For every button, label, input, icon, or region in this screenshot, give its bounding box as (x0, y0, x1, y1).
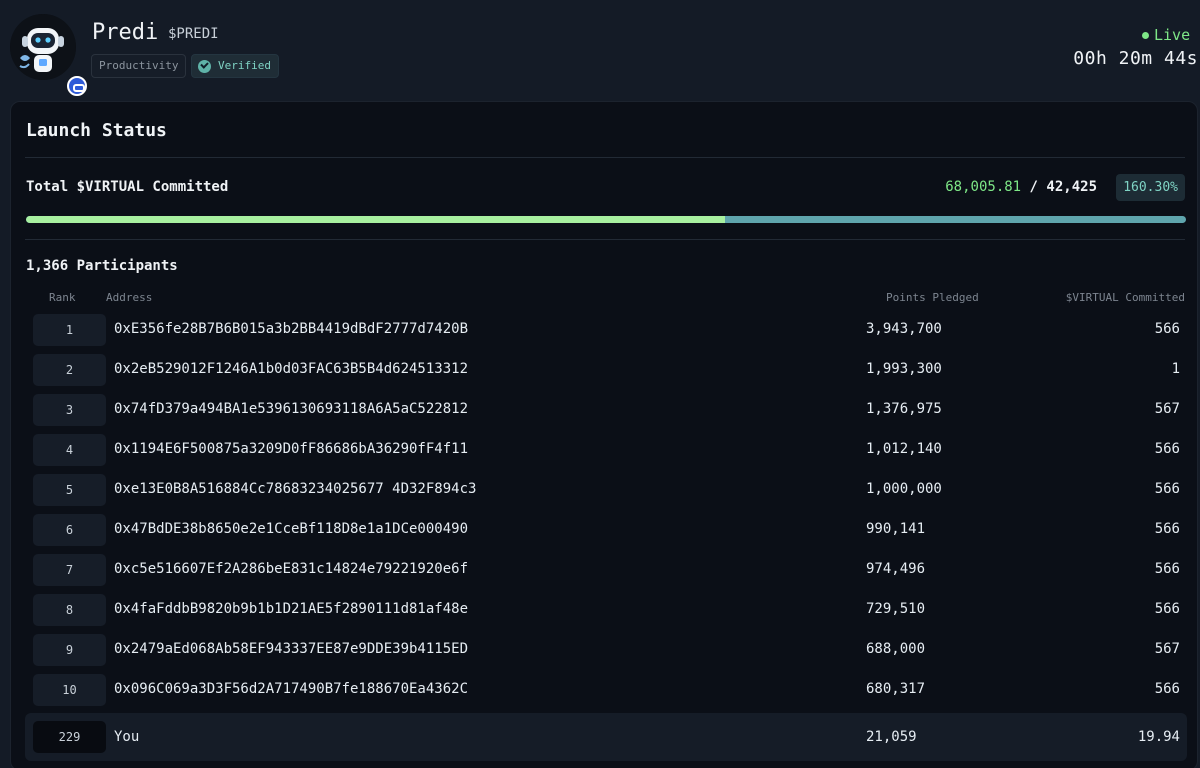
your-rank-cell: 229 (33, 721, 106, 753)
points-cell: 1,012,140 (866, 441, 942, 457)
your-address-cell: You (114, 729, 140, 745)
virtual-cell: 567 (1154, 641, 1180, 657)
countdown-timer: 00h 20m 44s (1073, 48, 1198, 69)
verified-label: Verified (218, 59, 271, 72)
virtual-cell: 566 (1154, 601, 1180, 617)
header: Predi $PREDI Productivity Verified Live … (0, 0, 1200, 100)
verified-check-icon (198, 60, 211, 73)
token-name: Predi (92, 20, 159, 45)
rank-cell: 2 (33, 354, 106, 386)
launch-status-panel: Launch Status Total $VIRTUAL Committed 6… (10, 101, 1198, 768)
live-status: Live (1140, 26, 1200, 44)
address-cell[interactable]: 0xe13E0B8A516884Cc78683234025677 4D32F89… (114, 481, 476, 497)
divider (25, 157, 1185, 158)
virtual-cell: 566 (1154, 441, 1180, 457)
rank-cell: 10 (33, 674, 106, 706)
address-cell[interactable]: 0xc5e516607Ef2A286beE831c14824e79221920e… (114, 561, 468, 577)
participants-count: 1,366 Participants (26, 258, 178, 274)
robot-avatar-svg (10, 14, 76, 80)
column-header-virtual: $VIRTUAL Committed (1065, 291, 1185, 304)
virtual-cell: 1 (1171, 361, 1180, 377)
table-row[interactable]: 3 0x74fD379a494BA1e5396130693118A6A5aC52… (25, 392, 1187, 432)
table-row[interactable]: 9 0x2479aEd068Ab58EF943337EE87e9DDE39b41… (25, 632, 1187, 672)
virtual-cell: 566 (1154, 521, 1180, 537)
address-cell[interactable]: 0x096C069a3D3F56d2A717490B7fe188670Ea436… (114, 681, 468, 697)
points-cell: 1,376,975 (866, 401, 942, 417)
committed-label: Total $VIRTUAL Committed (26, 179, 229, 195)
address-cell[interactable]: 0x4faFddbB9820b9b1b1D21AE5f2890111d81af4… (114, 601, 468, 617)
rank-cell: 6 (33, 514, 106, 546)
your-position-row: 229 You 21,059 19.94 (25, 713, 1187, 761)
token-ticker: $PREDI (168, 26, 219, 42)
committed-separator: / (1029, 179, 1038, 195)
points-cell: 990,141 (866, 521, 926, 537)
rank-cell: 5 (33, 474, 106, 506)
address-cell[interactable]: 0xE356fe28B7B6B015a3b2BB4419dBdF2777d742… (114, 321, 468, 337)
your-points-cell: 21,059 (866, 729, 917, 745)
address-cell[interactable]: 0x47BdDE38b8650e2e1CceBf118D8e1a1DCe0004… (114, 521, 468, 537)
table-row[interactable]: 5 0xe13E0B8A516884Cc78683234025677 4D32F… (25, 472, 1187, 512)
rank-cell: 9 (33, 634, 106, 666)
verified-tag: Verified (191, 54, 279, 78)
percent-badge: 160.30% (1116, 174, 1185, 201)
panel-title: Launch Status (26, 120, 167, 141)
live-label: Live (1154, 26, 1191, 44)
address-cell[interactable]: 0x1194E6F500875a3209D0fF86686bA36290fF4f… (114, 441, 468, 457)
table-row[interactable]: 8 0x4faFddbB9820b9b1b1D21AE5f2890111d81a… (25, 592, 1187, 632)
table-row[interactable]: 10 0x096C069a3D3F56d2A717490B7fe188670Ea… (25, 672, 1187, 712)
address-cell[interactable]: 0x2479aEd068Ab58EF943337EE87e9DDE39b4115… (114, 641, 468, 657)
points-cell: 1,993,300 (866, 361, 942, 377)
rank-cell: 4 (33, 434, 106, 466)
address-cell[interactable]: 0x74fD379a494BA1e5396130693118A6A5aC5228… (114, 401, 468, 417)
points-cell: 729,510 (866, 601, 926, 617)
category-tag[interactable]: Productivity (91, 54, 187, 78)
points-cell: 688,000 (866, 641, 926, 657)
table-row[interactable]: 1 0xE356fe28B7B6B015a3b2BB4419dBdF2777d7… (25, 312, 1187, 352)
points-cell: 1,000,000 (866, 481, 942, 497)
committed-values: 68,005.81 / 42,425 (945, 179, 1097, 195)
column-header-address: Address (106, 291, 153, 304)
your-virtual-cell: 19.94 (1137, 729, 1180, 745)
divider (25, 239, 1185, 240)
points-cell: 3,943,700 (866, 321, 942, 337)
rank-cell: 7 (33, 554, 106, 586)
virtual-cell: 566 (1154, 561, 1180, 577)
address-cell[interactable]: 0x2eB529012F1246A1b0d03FAC63B5B4d6245133… (114, 361, 468, 377)
rank-cell: 1 (33, 314, 106, 346)
virtual-cell: 566 (1154, 321, 1180, 337)
table-row[interactable]: 4 0x1194E6F500875a3209D0fF86686bA36290fF… (25, 432, 1187, 472)
committed-target: 42,425 (1046, 179, 1097, 195)
virtual-cell: 566 (1154, 481, 1180, 497)
table-row[interactable]: 2 0x2eB529012F1246A1b0d03FAC63B5B4d62451… (25, 352, 1187, 392)
rank-cell: 3 (33, 394, 106, 426)
swap-badge-icon (67, 76, 87, 96)
commit-progress-bar (26, 216, 1186, 223)
column-header-points: Points Pledged (886, 291, 979, 304)
points-cell: 680,317 (866, 681, 926, 697)
committed-current: 68,005.81 (945, 179, 1022, 195)
points-cell: 974,496 (866, 561, 926, 577)
virtual-cell: 566 (1154, 681, 1180, 697)
table-row[interactable]: 6 0x47BdDE38b8650e2e1CceBf118D8e1a1DCe00… (25, 512, 1187, 552)
table-row[interactable]: 7 0xc5e516607Ef2A286beE831c14824e7922192… (25, 552, 1187, 592)
robot-avatar-icon[interactable] (10, 14, 87, 96)
column-header-rank: Rank (49, 291, 76, 304)
commit-progress-fill (26, 216, 726, 223)
rank-cell: 8 (33, 594, 106, 626)
live-dot-icon (1142, 32, 1149, 39)
virtual-cell: 567 (1154, 401, 1180, 417)
